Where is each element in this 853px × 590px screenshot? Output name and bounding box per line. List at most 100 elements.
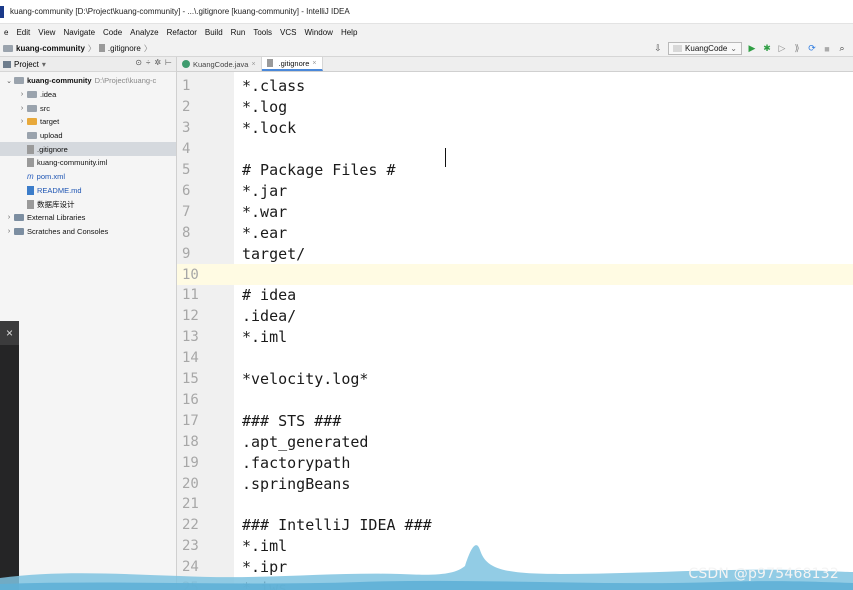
- code-line[interactable]: 12 .idea/: [177, 306, 853, 327]
- menu-item-navigate[interactable]: Navigate: [59, 28, 99, 37]
- tree-item[interactable]: README.md: [0, 184, 176, 198]
- menu-item-help[interactable]: Help: [337, 28, 361, 37]
- chevron-down-icon[interactable]: ⌄: [4, 77, 14, 85]
- project-panel: Project ▾ ⊙ ÷ ✲ ⊢ ⌄ kuang-community D:\Pro…: [0, 57, 177, 590]
- tree-item-label: pom.xml: [36, 172, 66, 182]
- chevron-right-icon[interactable]: ›: [4, 228, 14, 235]
- line-number: 10: [182, 266, 199, 283]
- code-line[interactable]: 14: [177, 348, 853, 369]
- chevron-down-icon[interactable]: ▾: [42, 60, 46, 69]
- code-line[interactable]: 23 *.iml: [177, 536, 853, 557]
- menu-item-view[interactable]: View: [34, 28, 59, 37]
- code-line[interactable]: 17 ### STS ###: [177, 410, 853, 431]
- file-icon: [98, 44, 105, 52]
- run-config-label: KuangCode: [685, 44, 728, 53]
- code-line[interactable]: 3 *.lock: [177, 118, 853, 139]
- menu-item-run[interactable]: Run: [227, 28, 250, 37]
- editor-tabs: KuangCode.java × .gitignore ×: [177, 57, 853, 72]
- run-config-select[interactable]: KuangCode ⌄: [668, 42, 742, 55]
- code-line[interactable]: 8 *.ear: [177, 222, 853, 243]
- code-line[interactable]: 15 *velocity.log*: [177, 369, 853, 390]
- code-text: .idea/: [242, 307, 297, 326]
- debug-icon[interactable]: ✱: [762, 43, 772, 54]
- profile-icon[interactable]: ⟫: [792, 43, 802, 54]
- update-icon[interactable]: ⟳: [807, 43, 817, 54]
- code-line[interactable]: 4: [177, 139, 853, 160]
- hide-icon[interactable]: ⊢: [165, 58, 172, 67]
- code-text: *velocity.log*: [242, 370, 369, 389]
- code-line[interactable]: 20 .springBeans: [177, 473, 853, 494]
- code-line[interactable]: 9 target/: [177, 243, 853, 264]
- menu-item-code[interactable]: Code: [99, 28, 126, 37]
- run-coverage-icon[interactable]: ▷: [777, 43, 787, 54]
- code-editor[interactable]: 1 *.class 2 *.log 3 *.lock 4 5 # Package Files #…: [177, 72, 853, 590]
- run-icon[interactable]: ▶: [747, 43, 757, 54]
- menu-item-e[interactable]: e: [0, 28, 12, 37]
- locate-icon[interactable]: ⊙: [135, 58, 142, 67]
- chevron-right-icon[interactable]: ›: [17, 118, 27, 125]
- code-line[interactable]: 10: [177, 264, 853, 285]
- chevron-down-icon: ⌄: [730, 44, 737, 53]
- code-text: .apt_generated: [242, 432, 369, 451]
- build-icon[interactable]: ⇩: [653, 43, 663, 54]
- gear-icon[interactable]: ✲: [154, 58, 161, 67]
- menu-item-refactor[interactable]: Refactor: [163, 28, 201, 37]
- tree-item[interactable]: › .idea: [0, 88, 176, 102]
- code-line[interactable]: 7 *.war: [177, 201, 853, 222]
- intellij-icon: [0, 5, 4, 18]
- chevron-right-icon[interactable]: ›: [4, 214, 14, 221]
- code-line[interactable]: 22 ### IntelliJ IDEA ###: [177, 515, 853, 536]
- menu-item-window[interactable]: Window: [300, 28, 336, 37]
- menu-item-analyze[interactable]: Analyze: [126, 28, 162, 37]
- dark-overlay-panel: ×: [0, 321, 19, 590]
- menu-item-edit[interactable]: Edit: [12, 28, 34, 37]
- tree-item[interactable]: 数据库设计: [0, 197, 176, 211]
- chevron-right-icon[interactable]: ›: [17, 91, 27, 98]
- line-number: 20: [182, 475, 199, 492]
- code-line[interactable]: 1 *.class: [177, 76, 853, 97]
- line-number: 19: [182, 454, 199, 471]
- code-line[interactable]: 2 *.log: [177, 97, 853, 118]
- tree-item[interactable]: .gitignore: [0, 142, 176, 157]
- breadcrumb: kuang-community 〉 .gitignore 〉: [0, 43, 155, 54]
- tree-item[interactable]: › src: [0, 101, 176, 115]
- tree-item[interactable]: upload: [0, 129, 176, 143]
- window-title: kuang-community [D:\Project\kuang-commun…: [10, 7, 350, 16]
- line-number: 13: [182, 329, 199, 346]
- line-number: 8: [182, 224, 191, 241]
- menu-item-tools[interactable]: Tools: [249, 28, 276, 37]
- code-line[interactable]: 13 *.iml: [177, 327, 853, 348]
- tree-item[interactable]: › External Libraries: [0, 211, 176, 225]
- close-icon[interactable]: ×: [6, 326, 13, 340]
- tab-kuangcode-java[interactable]: KuangCode.java ×: [177, 57, 262, 71]
- tab-gitignore[interactable]: .gitignore ×: [261, 57, 323, 71]
- tree-item[interactable]: › Scratches and Consoles: [0, 225, 176, 239]
- project-view-label[interactable]: Project: [14, 60, 39, 69]
- project-view-icon: [3, 60, 11, 68]
- close-tab-icon[interactable]: ×: [312, 60, 316, 67]
- tree-item-label: README.md: [37, 185, 82, 195]
- breadcrumb-file[interactable]: .gitignore: [108, 44, 141, 53]
- breadcrumb-project[interactable]: kuang-community: [16, 44, 85, 53]
- code-line[interactable]: 19 .factorypath: [177, 452, 853, 473]
- menu-item-vcs[interactable]: VCS: [276, 28, 300, 37]
- code-line[interactable]: 11 # idea: [177, 285, 853, 306]
- tree-item[interactable]: › target: [0, 115, 176, 129]
- code-line[interactable]: 18 .apt_generated: [177, 431, 853, 452]
- tree-item[interactable]: m pom.xml: [0, 170, 176, 184]
- tree-item[interactable]: kuang-community.iml: [0, 156, 176, 170]
- menu-item-build[interactable]: Build: [201, 28, 227, 37]
- code-text: ### IntelliJ IDEA ###: [242, 516, 432, 535]
- code-line[interactable]: 5 # Package Files #: [177, 160, 853, 181]
- chevron-right-icon[interactable]: ›: [17, 105, 27, 112]
- tree-item[interactable]: ⌄ kuang-community D:\Project\kuang-c: [0, 74, 176, 88]
- code-line[interactable]: 16: [177, 390, 853, 411]
- search-icon[interactable]: ⌕: [837, 43, 847, 54]
- collapse-icon[interactable]: ÷: [146, 58, 150, 67]
- stop-icon[interactable]: ■: [822, 44, 832, 54]
- code-line[interactable]: 21: [177, 494, 853, 515]
- project-panel-header: Project ▾ ⊙ ÷ ✲ ⊢: [0, 57, 176, 72]
- code-line[interactable]: 6 *.jar: [177, 181, 853, 202]
- tree-item-label: upload: [40, 131, 63, 141]
- close-tab-icon[interactable]: ×: [251, 61, 255, 68]
